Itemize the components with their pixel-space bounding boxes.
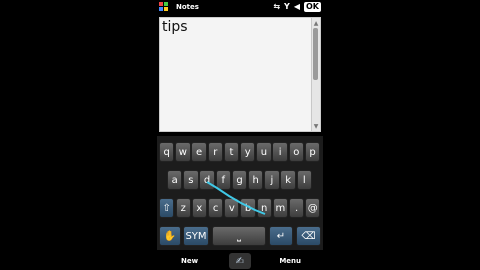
key-z[interactable]: z: [175, 198, 191, 218]
volume-icon: ◀: [293, 2, 300, 11]
key-w[interactable]: w: [175, 142, 191, 162]
scroll-thumb[interactable]: [313, 28, 318, 80]
scrollbar[interactable]: ▲ ▼: [311, 18, 320, 131]
key-j[interactable]: j: [264, 170, 280, 190]
key-o[interactable]: o: [288, 142, 304, 162]
key-h[interactable]: h: [248, 170, 264, 190]
key-k[interactable]: k: [280, 170, 296, 190]
key-e[interactable]: e: [191, 142, 207, 162]
key-y[interactable]: y: [240, 142, 256, 162]
key-c[interactable]: c: [207, 198, 224, 218]
note-text: tips: [162, 19, 188, 35]
status-icons: ⇆ Y ◀ OK: [273, 2, 321, 12]
key-s[interactable]: s: [183, 170, 199, 190]
key-t[interactable]: t: [223, 142, 240, 162]
key-v[interactable]: v: [224, 198, 240, 218]
softkey-bar: New ✍ Menu: [157, 252, 323, 270]
key-r[interactable]: r: [207, 142, 223, 162]
softkey-menu[interactable]: Menu: [279, 257, 301, 265]
signal-icon: Y: [284, 2, 290, 11]
key-n[interactable]: n: [256, 198, 272, 218]
key-g[interactable]: g: [231, 170, 248, 190]
windows-flag-icon[interactable]: [159, 2, 169, 12]
key-m[interactable]: m: [272, 198, 289, 218]
scroll-down-icon[interactable]: ▼: [312, 123, 320, 130]
gesture-key[interactable]: ✋: [159, 226, 181, 246]
key-l[interactable]: l: [296, 170, 312, 190]
space-key[interactable]: ⎵: [212, 226, 266, 246]
status-bar: Notes ⇆ Y ◀ OK: [157, 0, 323, 16]
onscreen-keyboard: q w e r t y u i o p a s d f g h j k l ⇧ z x c v b n m. @ ✋ SYM ⎵ ↵ ⌫: [157, 136, 323, 250]
key-u[interactable]: u: [256, 142, 272, 162]
key-d[interactable]: d: [199, 170, 215, 190]
key-p[interactable]: p: [304, 142, 321, 162]
shift-key[interactable]: ⇧: [159, 198, 175, 218]
scroll-up-icon[interactable]: ▲: [312, 20, 320, 27]
softkey-new[interactable]: New: [181, 257, 198, 265]
key-i[interactable]: i: [272, 142, 288, 162]
key-x[interactable]: x: [191, 198, 208, 218]
key-q[interactable]: q: [159, 142, 175, 162]
enter-key[interactable]: ↵: [269, 226, 293, 246]
app-title: Notes: [176, 3, 199, 11]
key-at[interactable]: @: [305, 198, 321, 218]
key-b[interactable]: b: [240, 198, 256, 218]
input-panel-icon[interactable]: ✍: [229, 253, 251, 269]
key-a[interactable]: a: [167, 170, 183, 190]
sym-key[interactable]: SYM: [183, 226, 209, 246]
device-screen: Notes ⇆ Y ◀ OK tips ▲ ▼ qwertyuiop asdfgh…: [157, 0, 323, 270]
sync-icon: ⇆: [273, 2, 281, 11]
backspace-key[interactable]: ⌫: [296, 226, 321, 246]
note-editor[interactable]: tips ▲ ▼: [159, 17, 321, 132]
key-period[interactable]: .: [288, 198, 305, 218]
ok-button[interactable]: OK: [304, 2, 321, 12]
key-f[interactable]: f: [215, 170, 231, 190]
